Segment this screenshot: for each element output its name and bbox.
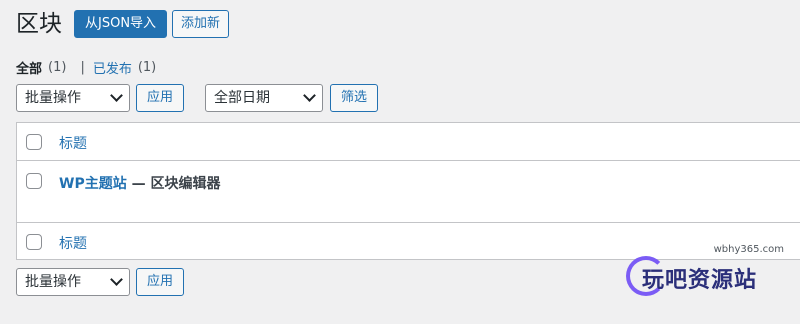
bulk-action-select-bottom[interactable]: 批量操作 <box>16 268 130 296</box>
view-filters: 全部 (1) | 已发布 (1) <box>16 58 156 77</box>
footer-column-title-link[interactable]: 标题 <box>59 233 87 253</box>
page-header: 区块 从JSON导入 添加新 <box>16 8 230 40</box>
date-filter-value: 全部日期 <box>214 90 270 106</box>
watermark: wbhy365.com 玩吧资源站 <box>626 244 796 304</box>
select-all-checkbox-footer[interactable] <box>26 234 42 250</box>
page-title: 区块 <box>16 11 62 37</box>
bulk-action-select-top[interactable]: 批量操作 <box>16 84 130 112</box>
select-all-checkbox[interactable] <box>26 134 42 150</box>
bulk-action-value-bottom: 批量操作 <box>25 274 81 290</box>
date-filter-select[interactable]: 全部日期 <box>205 84 323 112</box>
bulk-action-value: 批量操作 <box>25 90 81 106</box>
view-all-link[interactable]: 全部 <box>16 58 42 77</box>
chevron-down-icon <box>303 89 316 102</box>
view-separator: | <box>80 60 85 75</box>
watermark-brand: 玩吧资源站 <box>642 268 758 293</box>
table-header-row: 标题 <box>17 123 800 161</box>
table-row: WP主题站 — 区块编辑器 <box>17 161 800 223</box>
column-title-link[interactable]: 标题 <box>59 133 87 153</box>
apply-button-bottom[interactable]: 应用 <box>136 268 185 296</box>
view-published-count: (1) <box>137 60 157 75</box>
row-checkbox[interactable] <box>26 173 42 189</box>
chevron-down-icon <box>110 273 123 286</box>
apply-button-top[interactable]: 应用 <box>136 84 185 112</box>
chevron-down-icon <box>110 89 123 102</box>
import-json-button[interactable]: 从JSON导入 <box>74 10 168 38</box>
view-all-count: (1) <box>48 60 67 75</box>
watermark-url: wbhy365.com <box>713 244 784 255</box>
view-published-link[interactable]: 已发布 <box>93 58 132 77</box>
blocks-table: 标题 WP主题站 — 区块编辑器 标题 <box>16 122 800 260</box>
row-title: WP主题站 — 区块编辑器 <box>59 173 220 193</box>
row-title-state: — 区块编辑器 <box>126 176 221 192</box>
row-title-link[interactable]: WP主题站 <box>59 176 127 192</box>
filter-button[interactable]: 筛选 <box>330 84 379 112</box>
add-new-button[interactable]: 添加新 <box>172 10 230 38</box>
